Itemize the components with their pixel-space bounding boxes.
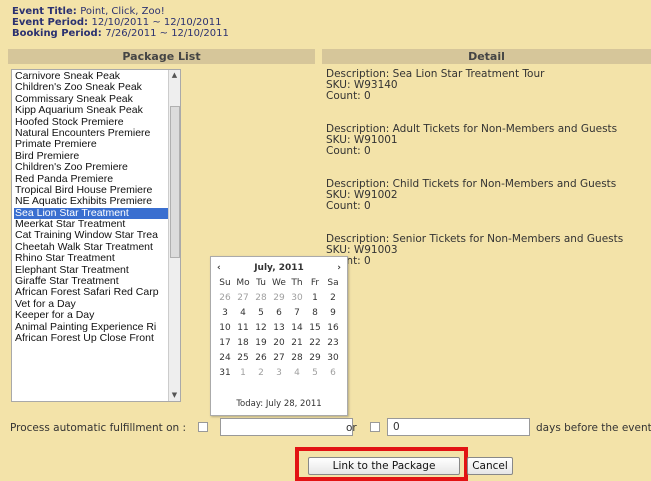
calendar-day[interactable]: 23 <box>324 336 342 350</box>
calendar-day[interactable]: 12 <box>252 321 270 335</box>
calendar-day[interactable]: 27 <box>234 291 252 305</box>
calendar-day[interactable]: 25 <box>234 351 252 365</box>
calendar-day[interactable]: 29 <box>306 351 324 365</box>
link-to-package-button[interactable]: Link to the Package <box>308 457 460 475</box>
calendar-weekday: We <box>272 278 286 288</box>
calendar-day[interactable]: 27 <box>270 351 288 365</box>
calendar-weekday: Su <box>219 278 231 288</box>
calendar-day[interactable]: 13 <box>270 321 288 335</box>
calendar-day[interactable]: 20 <box>270 336 288 350</box>
detail-item: Description: Adult Tickets for Non-Membe… <box>326 124 623 157</box>
calendar-day[interactable]: 9 <box>324 306 342 320</box>
event-title-value: Point, Click, Zoo! <box>80 6 165 17</box>
package-option[interactable]: African Forest Up Close Front <box>14 332 180 344</box>
calendar-grid: Su Mo Tu We Th Fr Sa 26 27 28 29 30 1 2 3 4 5 6 7 8 9 10 11 12 1… <box>216 276 347 380</box>
calendar-day[interactable]: 3 <box>270 366 288 380</box>
package-option[interactable]: NE Aquatic Exhibits Premiere <box>14 195 180 207</box>
days-before-label: days before the event <box>536 422 651 434</box>
calendar-day[interactable]: 18 <box>234 336 252 350</box>
calendar-day[interactable]: 30 <box>324 351 342 365</box>
fulfillment-date-checkbox[interactable] <box>198 422 208 432</box>
package-options: Carnivore Sneak Peak Children's Zoo Sneak… <box>12 70 180 344</box>
event-period-label: Event Period: <box>12 17 89 28</box>
days-before-input[interactable]: 0 <box>387 418 530 436</box>
fulfillment-row: Process automatic fulfillment on : or 0 … <box>10 418 651 438</box>
calendar-day[interactable]: 8 <box>306 306 324 320</box>
calendar-day[interactable]: 24 <box>216 351 234 365</box>
calendar-day[interactable]: 6 <box>270 306 288 320</box>
calendar-day[interactable]: 4 <box>234 306 252 320</box>
scroll-up-arrow-icon[interactable]: ▲ <box>169 70 180 81</box>
event-title-label: Event Title: <box>12 6 77 17</box>
calendar-day[interactable]: 28 <box>252 291 270 305</box>
fulfillment-date-input[interactable] <box>220 418 353 436</box>
cancel-button[interactable]: Cancel <box>467 457 513 475</box>
date-picker-calendar[interactable]: ‹ July, 2011 › Su Mo Tu We Th Fr Sa 26 27 28 29 30 1… <box>210 256 348 416</box>
event-info: Event Title: Point, Click, Zoo! Event Pe… <box>12 6 229 39</box>
detail-item: Description: Child Tickets for Non-Membe… <box>326 179 623 212</box>
calendar-day[interactable]: 21 <box>288 336 306 350</box>
prev-month-icon[interactable]: ‹ <box>217 260 221 276</box>
booking-period-label: Booking Period: <box>12 28 102 39</box>
calendar-day[interactable]: 26 <box>252 351 270 365</box>
calendar-day[interactable]: 31 <box>216 366 234 380</box>
scroll-down-arrow-icon[interactable]: ▼ <box>169 390 180 401</box>
calendar-day[interactable]: 30 <box>288 291 306 305</box>
package-listbox[interactable]: Carnivore Sneak Peak Children's Zoo Sneak… <box>11 69 181 402</box>
calendar-day[interactable]: 15 <box>306 321 324 335</box>
calendar-day[interactable]: 1 <box>306 291 324 305</box>
calendar-day[interactable]: 4 <box>288 366 306 380</box>
fulfillment-days-checkbox[interactable] <box>370 422 380 432</box>
event-period-value: 12/10/2011 ~ 12/10/2011 <box>91 17 222 28</box>
calendar-day[interactable]: 14 <box>288 321 306 335</box>
next-month-icon[interactable]: › <box>337 260 341 276</box>
detail-item: Description: Senior Tickets for Non-Memb… <box>326 234 623 267</box>
calendar-day[interactable]: 16 <box>324 321 342 335</box>
calendar-day[interactable]: 5 <box>252 306 270 320</box>
calendar-day[interactable]: 3 <box>216 306 234 320</box>
calendar-day[interactable]: 6 <box>324 366 342 380</box>
scroll-thumb[interactable] <box>170 106 180 258</box>
calendar-day[interactable]: 26 <box>216 291 234 305</box>
calendar-header: ‹ July, 2011 › <box>211 260 347 276</box>
calendar-day[interactable]: 28 <box>288 351 306 365</box>
calendar-day[interactable]: 2 <box>324 291 342 305</box>
package-list-header: Package List <box>8 49 315 64</box>
calendar-day[interactable]: 29 <box>270 291 288 305</box>
calendar-weekday: Mo <box>236 278 250 288</box>
detail-item: Description: Sea Lion Star Treatment Tou… <box>326 69 623 102</box>
calendar-day[interactable]: 11 <box>234 321 252 335</box>
calendar-weekday: Tu <box>256 278 266 288</box>
calendar-weekday: Fr <box>310 278 320 288</box>
detail-count: Count: 0 <box>326 145 371 157</box>
calendar-day[interactable]: 17 <box>216 336 234 350</box>
calendar-day[interactable]: 1 <box>234 366 252 380</box>
calendar-weekday: Th <box>291 278 303 288</box>
calendar-day[interactable]: 19 <box>252 336 270 350</box>
calendar-weekday: Sa <box>327 278 339 288</box>
package-option[interactable]: Rhino Star Treatment <box>14 252 180 264</box>
package-option[interactable]: Keeper for a Day <box>14 309 180 321</box>
calendar-day[interactable]: 7 <box>288 306 306 320</box>
detail-count: Count: 0 <box>326 200 371 212</box>
or-label: or <box>346 422 357 434</box>
calendar-today-link[interactable]: Today: July 28, 2011 <box>211 399 347 409</box>
package-list-scrollbar[interactable]: ▲ ▼ <box>168 70 180 401</box>
calendar-day[interactable]: 10 <box>216 321 234 335</box>
detail-panel: Description: Sea Lion Star Treatment Tou… <box>326 69 623 289</box>
detail-count: Count: 0 <box>326 90 371 102</box>
calendar-day[interactable]: 2 <box>252 366 270 380</box>
booking-period-value: 7/26/2011 ~ 12/10/2011 <box>105 28 229 39</box>
calendar-day[interactable]: 22 <box>306 336 324 350</box>
fulfillment-label: Process automatic fulfillment on : <box>10 422 187 434</box>
package-option[interactable]: Children's Zoo Premiere <box>14 161 180 173</box>
detail-header: Detail <box>322 49 651 64</box>
calendar-day[interactable]: 5 <box>306 366 324 380</box>
detail-count: Count: 0 <box>326 255 371 267</box>
package-option[interactable]: Kipp Aquarium Sneak Peak <box>14 104 180 116</box>
calendar-month-title: July, 2011 <box>254 263 304 273</box>
